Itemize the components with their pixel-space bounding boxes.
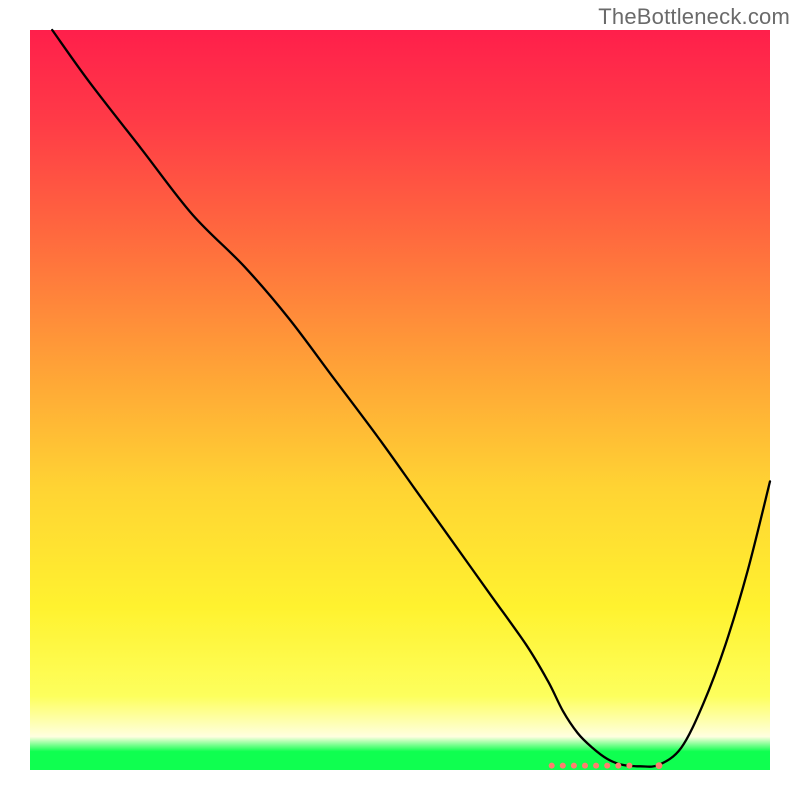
marker-dot xyxy=(560,763,566,769)
marker-dot xyxy=(615,763,621,769)
marker-dot xyxy=(593,763,599,769)
watermark-text: TheBottleneck.com xyxy=(598,4,790,30)
plot-background xyxy=(30,30,770,770)
marker-dot xyxy=(571,763,577,769)
marker-dot xyxy=(656,762,663,769)
chart-stage: TheBottleneck.com xyxy=(0,0,800,800)
marker-dot xyxy=(626,763,632,769)
bottleneck-chart xyxy=(0,0,800,800)
marker-dot xyxy=(549,763,555,769)
marker-dot xyxy=(604,763,610,769)
marker-dot xyxy=(582,763,588,769)
